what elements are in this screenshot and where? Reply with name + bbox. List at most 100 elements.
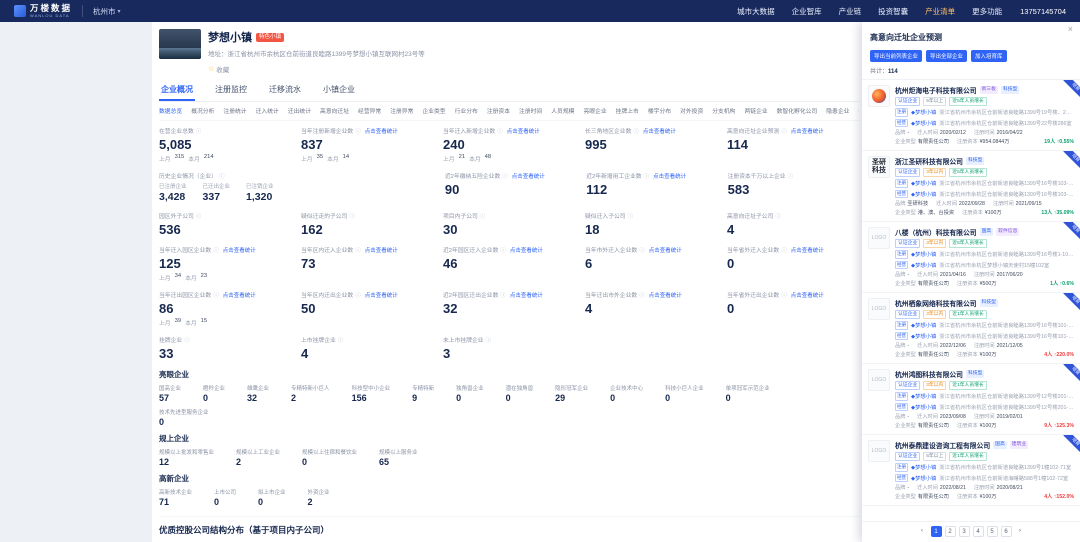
subtab[interactable]: 隐患企业 — [826, 106, 849, 115]
park-link[interactable]: ◆梦想小镇 — [911, 392, 936, 400]
view-stats-link[interactable]: 点击查看统计 — [791, 127, 824, 135]
view-stats-link[interactable]: 点击查看统计 — [791, 291, 824, 299]
view-stats-link[interactable]: 点击查看统计 — [223, 291, 256, 299]
park-link[interactable]: ◆梦想小镇 — [911, 119, 936, 127]
view-stats-link[interactable]: 点击查看统计 — [510, 246, 543, 254]
park-link[interactable]: ◆梦想小镇 — [911, 474, 936, 482]
park-link[interactable]: ◆梦想小镇 — [911, 250, 936, 258]
company-card[interactable]: 培育 杭州炬海电子科技有限公司 新三板 科技型 认证企业 5年以上 近5年人员增长 注册 ◆梦想… — [862, 80, 1080, 151]
subtab[interactable]: 数据总览 — [159, 106, 182, 115]
company-name[interactable]: 浙江圣研科技有限公司 — [895, 156, 963, 166]
subtab[interactable]: 高意向迁址 — [320, 106, 349, 115]
page-3[interactable]: 3 — [958, 526, 970, 537]
favorite-button[interactable]: ☆ 收藏 — [208, 64, 229, 74]
company-name[interactable]: 八楼（杭州）科技有限公司 — [895, 227, 977, 237]
company-name[interactable]: 杭州炬海电子科技有限公司 — [895, 85, 977, 95]
company-pill: 5年以上 — [923, 97, 947, 106]
page-1[interactable]: 1 — [930, 526, 942, 537]
address-type-tag: 注册 — [895, 463, 908, 472]
subtab[interactable]: 行业分布 — [455, 106, 478, 115]
info-icon: ⓘ — [479, 213, 486, 220]
subtab[interactable]: 人员规模 — [551, 106, 574, 115]
park-link[interactable]: ◆梦想小镇 — [911, 332, 936, 340]
subtab[interactable]: 对外投资 — [680, 106, 703, 115]
subtab[interactable]: 注册统计 — [223, 106, 246, 115]
view-stats-link[interactable]: 点击查看统计 — [653, 172, 686, 180]
view-stats-link[interactable]: 点击查看统计 — [791, 246, 824, 254]
stat-card: 未上市挂牌企业 ⓘ 3 — [443, 335, 575, 362]
stat-value: 18 — [585, 222, 600, 237]
view-stats-link[interactable]: 点击查看统计 — [649, 246, 682, 254]
nav-item-0[interactable]: 城市大数据 — [737, 6, 775, 17]
park-link[interactable]: ◆梦想小镇 — [911, 463, 936, 471]
page-4[interactable]: 4 — [972, 526, 984, 537]
subtab[interactable]: 纳税排名 — [858, 106, 859, 115]
info-icon: ⓘ — [639, 247, 645, 254]
subtab[interactable]: 经营异常 — [358, 106, 381, 115]
company-card[interactable]: 培育 LOGO 八楼（杭州）科技有限公司 国高 软件信息 认证企业 3年以内 近5年人员增长注… — [862, 222, 1080, 293]
subtab[interactable]: 楼宇分布 — [648, 106, 671, 115]
app-logo[interactable]: 万楼数据 WANLOU DATA — [14, 4, 72, 18]
stat-row: 挂牌企业 ⓘ 33 上市挂牌企业 ⓘ 4 未上市挂牌企业 ⓘ 3 — [159, 335, 859, 362]
company-name[interactable]: 杭州鸿图科技有限公司 — [895, 369, 963, 379]
tab[interactable]: 小镇企业 — [321, 81, 357, 101]
stat-card: 当年市外迁入企业数 ⓘ 点击查看统计 6 — [585, 245, 717, 282]
view-stats-link[interactable]: 点击查看统计 — [507, 127, 540, 135]
export-button-0[interactable]: 导出当前列表企业 — [870, 50, 923, 62]
company-card[interactable]: 培育 LOGO 杭州鸿图科技有限公司 科技型 认证企业 3年以内 近1年人员增长 注册 ◆梦想小… — [862, 364, 1080, 435]
page-6[interactable]: 6 — [1000, 526, 1012, 537]
info-icon: ⓘ — [349, 213, 355, 220]
company-card[interactable]: 培育 LOGO 杭州泰鼎建设咨询工程有限公司 国高 建筑业 认证企业 5年以上 近1年人员增长… — [862, 435, 1080, 506]
subtab[interactable]: 数智化孵化公司 — [777, 106, 818, 115]
park-link[interactable]: ◆梦想小镇 — [911, 179, 936, 187]
subtab[interactable]: 注册时间 — [519, 106, 542, 115]
company-card[interactable]: 培育 圣研科技 浙江圣研科技有限公司 科技型 认证企业 3年以内 近5年人员增长 注册 ◆梦想小… — [862, 151, 1080, 222]
view-stats-link[interactable]: 点击查看统计 — [649, 291, 682, 299]
park-link[interactable]: ◆梦想小镇 — [911, 261, 936, 269]
subtab[interactable]: 企业类型 — [422, 106, 445, 115]
view-stats-link[interactable]: 点击查看统计 — [643, 127, 676, 135]
company-name[interactable]: 杭州泰鼎建设咨询工程有限公司 — [895, 440, 990, 450]
mini-stat: 潜在独角兽 0 — [505, 386, 534, 403]
company-card[interactable]: 培育 LOGO 杭州栖象网络科技有限公司 科技型 认证企业 3年以内 近1年人员增长 注册 ◆梦… — [862, 293, 1080, 364]
city-selector[interactable]: 杭州市 ▾ — [82, 5, 121, 17]
stat-label: 当年注册新增企业数 ⓘ 点击查看统计 — [301, 127, 398, 136]
nav-item-4[interactable]: 产业清单 — [925, 6, 955, 17]
nav-item-1[interactable]: 企业智库 — [792, 6, 822, 17]
nav-item-2[interactable]: 产业链 — [839, 6, 862, 17]
company-name[interactable]: 杭州栖象网络科技有限公司 — [895, 298, 977, 308]
export-button-2[interactable]: 加入培育库 — [971, 50, 1007, 62]
page-5[interactable]: 5 — [986, 526, 998, 537]
park-link[interactable]: ◆梦想小镇 — [911, 190, 936, 198]
logo-icon — [14, 5, 26, 17]
subtab[interactable]: 分支机构 — [712, 106, 735, 115]
park-link[interactable]: ◆梦想小镇 — [911, 403, 936, 411]
page-next[interactable]: › — [1015, 526, 1026, 537]
nav-item-5[interactable]: 更多功能 — [972, 6, 1002, 17]
subtab[interactable]: 注册资本 — [487, 106, 510, 115]
tab[interactable]: 注册监控 — [213, 81, 249, 101]
tab[interactable]: 迁移流水 — [267, 81, 303, 101]
view-stats-link[interactable]: 点击查看统计 — [365, 246, 398, 254]
subtab[interactable]: 两链企业 — [744, 106, 767, 115]
view-stats-link[interactable]: 点击查看统计 — [512, 172, 545, 180]
view-stats-link[interactable]: 点击查看统计 — [223, 246, 256, 254]
subtab[interactable]: 亮眼企业 — [583, 106, 606, 115]
subtab[interactable]: 迁出统计 — [288, 106, 311, 115]
nav-item-3[interactable]: 投资智囊 — [878, 6, 908, 17]
view-stats-link[interactable]: 点击查看统计 — [365, 291, 398, 299]
subtab[interactable]: 注册异常 — [390, 106, 413, 115]
page-2[interactable]: 2 — [944, 526, 956, 537]
subtab[interactable]: 迁入统计 — [256, 106, 279, 115]
view-stats-link[interactable]: 点击查看统计 — [365, 127, 398, 135]
view-stats-link[interactable]: 点击查看统计 — [510, 291, 543, 299]
subtab[interactable]: 概况分析 — [191, 106, 214, 115]
export-button-1[interactable]: 导出全部企业 — [926, 50, 968, 62]
tab[interactable]: 企业概况 — [159, 81, 195, 101]
park-link[interactable]: ◆梦想小镇 — [911, 321, 936, 329]
page-prev[interactable]: ‹ — [917, 526, 928, 537]
company-address: 浙江省杭州市余杭区仓前街道海曙路588号1幢102-72室 — [939, 475, 1069, 482]
close-icon[interactable]: × — [1068, 25, 1073, 34]
subtab[interactable]: 挂牌上市 — [616, 106, 639, 115]
park-link[interactable]: ◆梦想小镇 — [911, 108, 936, 116]
